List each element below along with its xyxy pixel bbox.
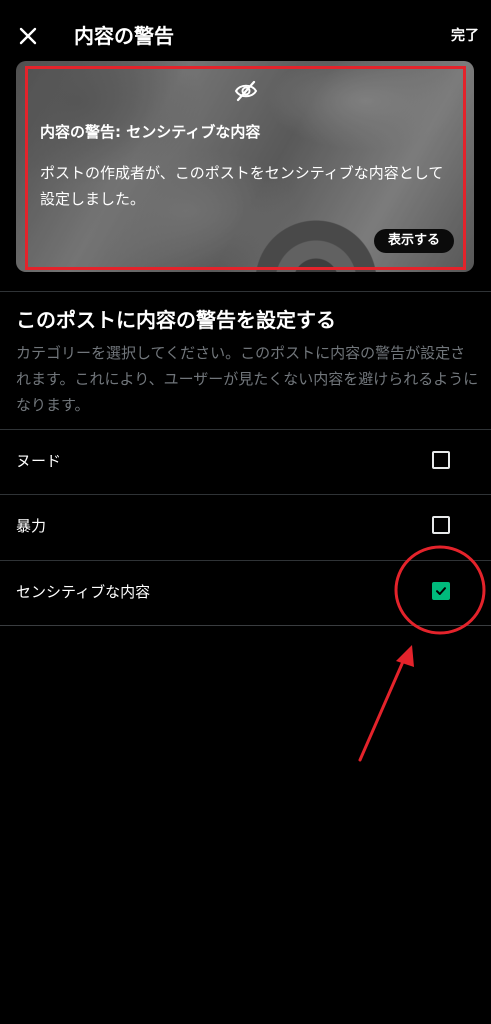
option-label: ヌード bbox=[16, 452, 62, 470]
option-sensitive[interactable]: センシティブな内容 bbox=[0, 561, 491, 625]
annotation-arrow-shaft bbox=[358, 655, 407, 762]
post-preview: 内容の警告: センシティブな内容 ポストの作成者が、このポストをセンシティブな内… bbox=[16, 61, 474, 272]
annotation-arrow-head bbox=[396, 645, 414, 667]
page-title: 内容の警告 bbox=[74, 24, 174, 48]
section-title: このポストに内容の警告を設定する bbox=[16, 308, 336, 332]
violence-checkbox[interactable] bbox=[432, 516, 450, 534]
check-icon bbox=[436, 587, 446, 595]
section-description: カテゴリーを選択してください。このポストに内容の警告が設定されます。これにより、… bbox=[16, 344, 479, 414]
top-bar: 内容の警告 完了 bbox=[0, 0, 491, 68]
close-button[interactable] bbox=[14, 22, 42, 50]
show-button[interactable]: 表示する bbox=[374, 229, 454, 253]
eye-off-icon bbox=[234, 80, 258, 102]
divider bbox=[0, 291, 491, 292]
warning-title: 内容の警告: センシティブな内容 bbox=[40, 123, 261, 141]
done-button[interactable]: 完了 bbox=[451, 25, 479, 47]
divider bbox=[0, 625, 491, 626]
warning-description: ポストの作成者が、このポストをセンシティブな内容として設定しました。 bbox=[40, 164, 444, 208]
sensitive-checkbox[interactable] bbox=[432, 582, 450, 600]
close-icon bbox=[19, 27, 37, 45]
option-label: 暴力 bbox=[16, 517, 47, 535]
option-nudity[interactable]: ヌード bbox=[0, 430, 491, 494]
option-violence[interactable]: 暴力 bbox=[0, 495, 491, 559]
option-label: センシティブな内容 bbox=[16, 583, 151, 601]
nudity-checkbox[interactable] bbox=[432, 451, 450, 469]
